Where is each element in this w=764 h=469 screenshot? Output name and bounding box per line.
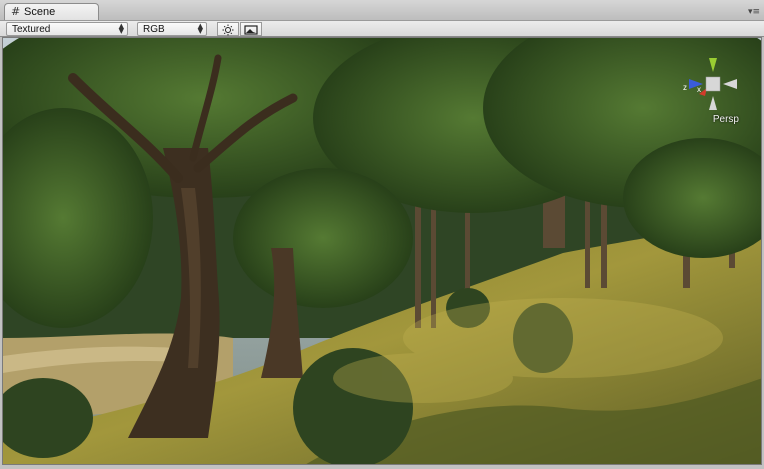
axis-neg-x-cone[interactable] xyxy=(723,79,737,89)
projection-label[interactable]: Persp xyxy=(713,114,739,125)
render-mode-label: RGB xyxy=(143,24,165,35)
image-icon xyxy=(244,25,258,35)
gizmo-center-cube[interactable] xyxy=(705,76,721,92)
updown-arrows-icon: ▲ ▼ xyxy=(197,22,203,35)
scene-toolbar: Textured ▲ ▼ RGB ▲ ▼ xyxy=(0,20,764,37)
forest-scene-render xyxy=(3,38,761,464)
axis-y-cone[interactable] xyxy=(709,58,717,72)
tab-scene-label: Scene xyxy=(24,6,56,18)
render-mode-dropdown[interactable]: RGB ▲ ▼ xyxy=(137,22,207,36)
orientation-gizmo[interactable]: z x xyxy=(683,54,745,114)
tab-scene[interactable]: # Scene xyxy=(4,3,99,20)
draw-mode-label: Textured xyxy=(12,24,51,35)
scene-viewport[interactable]: z x Persp xyxy=(2,37,762,465)
sun-icon xyxy=(222,24,234,36)
panel-menu-icon[interactable]: ▾≡ xyxy=(748,8,760,17)
tab-bar: # Scene ▾≡ xyxy=(0,0,764,20)
updown-arrows-icon: ▲ ▼ xyxy=(118,22,124,35)
axis-x-label: x xyxy=(697,85,701,94)
draw-mode-dropdown[interactable]: Textured ▲ ▼ xyxy=(6,22,128,36)
scene-lighting-toggle[interactable] xyxy=(217,22,239,36)
scene-grid-icon: # xyxy=(11,5,21,18)
axis-z-label: z xyxy=(683,83,687,92)
game-overlay-toggle[interactable] xyxy=(240,22,262,36)
axis-neg-y-cone[interactable] xyxy=(709,96,717,110)
